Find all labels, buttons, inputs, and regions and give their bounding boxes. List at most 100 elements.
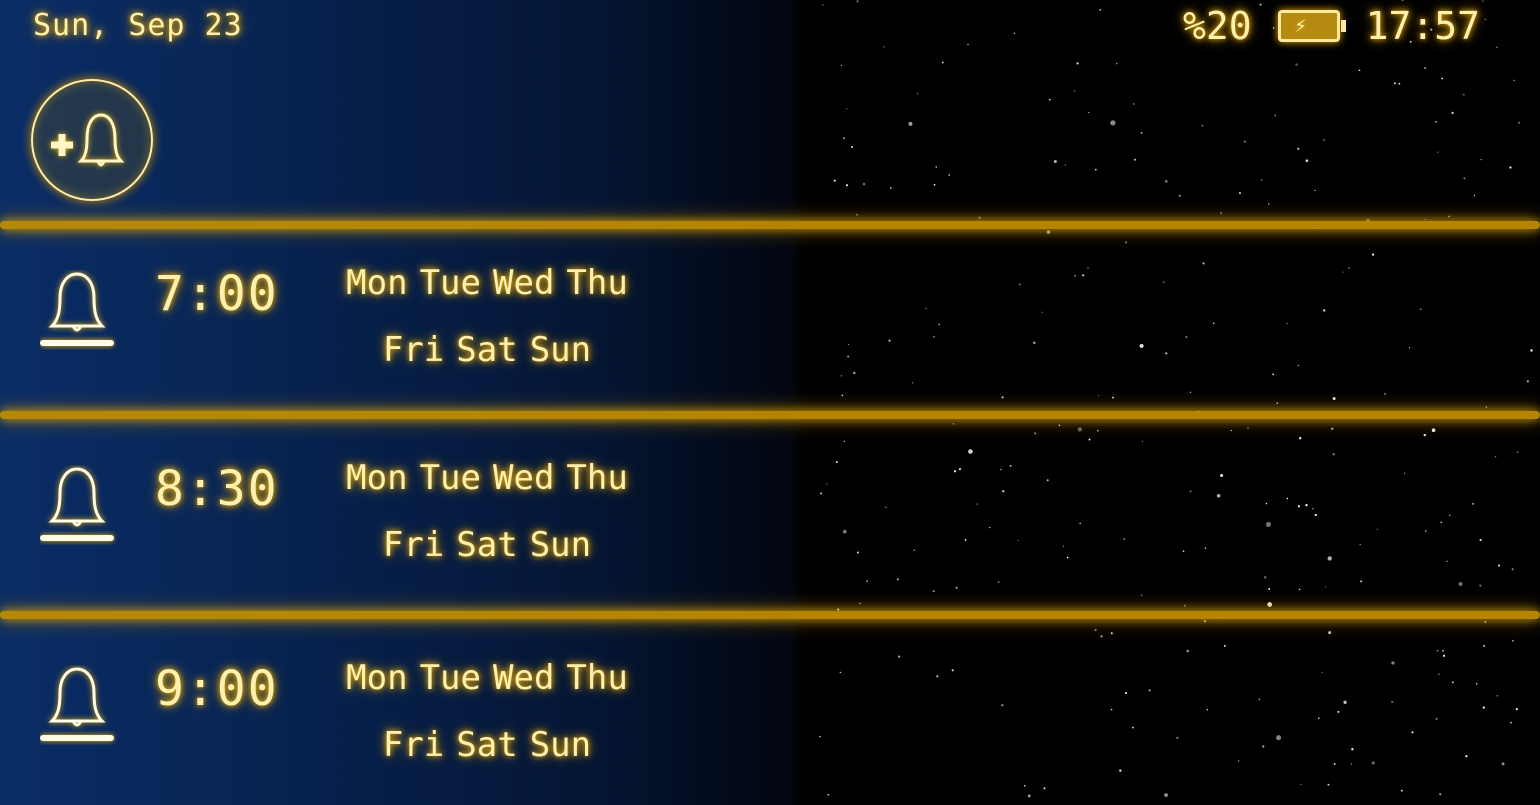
- star: [1484, 18, 1487, 21]
- alarm-days[interactable]: Mon Tue Wed Thu Fri Sat Sun: [312, 250, 662, 384]
- star: [1482, 0, 1484, 2]
- star: [1115, 62, 1118, 65]
- day-mon[interactable]: Mon: [346, 658, 407, 698]
- star: [1437, 151, 1439, 153]
- day-mon[interactable]: Mon: [346, 458, 407, 498]
- day-tue[interactable]: Tue: [420, 658, 481, 698]
- day-sun[interactable]: Sun: [530, 525, 591, 565]
- day-thu[interactable]: Thu: [566, 263, 627, 303]
- alarm-days[interactable]: Mon Tue Wed Thu Fri Sat Sun: [312, 445, 662, 579]
- bell-icon[interactable]: [40, 270, 116, 350]
- alarm-row[interactable]: 8:30 Mon Tue Wed Thu Fri Sat Sun: [0, 425, 1540, 605]
- star: [1314, 189, 1316, 192]
- day-fri[interactable]: Fri: [383, 525, 444, 565]
- status-bar: %20 ⚡ 17:57: [1183, 4, 1480, 48]
- day-wed[interactable]: Wed: [493, 263, 554, 303]
- days-line-2: Fri Sat Sun: [312, 512, 662, 579]
- star: [1238, 192, 1241, 195]
- star: [908, 121, 913, 126]
- bell-icon[interactable]: [40, 465, 116, 545]
- add-alarm-button[interactable]: [31, 79, 153, 201]
- alarm-time[interactable]: 9:00: [155, 661, 279, 717]
- star: [1088, 111, 1090, 114]
- star: [933, 183, 936, 186]
- add-bell-icon: [51, 113, 125, 167]
- star: [935, 166, 938, 168]
- star: [840, 64, 843, 67]
- star: [856, 213, 858, 216]
- star: [1297, 147, 1300, 150]
- alarm-time[interactable]: 7:00: [155, 266, 279, 322]
- alarm-time[interactable]: 8:30: [155, 461, 279, 517]
- star: [1053, 159, 1057, 164]
- star: [967, 43, 969, 46]
- status-date: Sun, Sep 23: [33, 8, 243, 43]
- star: [822, 4, 824, 6]
- star: [1424, 67, 1427, 70]
- star: [941, 61, 944, 64]
- star: [890, 187, 892, 189]
- day-tue[interactable]: Tue: [420, 263, 481, 303]
- battery-charging-icon: ⚡: [1277, 10, 1346, 42]
- star: [1260, 179, 1263, 181]
- star: [856, 0, 859, 3]
- divider: [0, 221, 1540, 229]
- day-sun[interactable]: Sun: [530, 725, 591, 765]
- star: [1099, 8, 1102, 11]
- star: [1140, 131, 1143, 134]
- days-line-1: Mon Tue Wed Thu: [312, 445, 662, 512]
- star: [1517, 121, 1520, 124]
- day-fri[interactable]: Fri: [383, 330, 444, 370]
- star: [851, 145, 854, 149]
- star: [1513, 79, 1515, 82]
- day-thu[interactable]: Thu: [566, 658, 627, 698]
- star: [1133, 158, 1136, 161]
- star: [1178, 194, 1181, 197]
- star: [1243, 140, 1246, 143]
- star: [1393, 82, 1396, 85]
- star: [1496, 46, 1498, 48]
- days-line-2: Fri Sat Sun: [312, 712, 662, 779]
- star: [1401, 0, 1404, 2]
- star: [1274, 114, 1277, 117]
- star: [1480, 158, 1482, 161]
- star: [1164, 180, 1168, 183]
- star: [1509, 166, 1512, 169]
- star: [1267, 203, 1270, 205]
- star: [1110, 120, 1116, 126]
- star: [1424, 218, 1426, 221]
- star: [1441, 77, 1444, 80]
- days-line-2: Fri Sat Sun: [312, 317, 662, 384]
- star: [862, 182, 866, 186]
- star: [1305, 159, 1309, 163]
- star: [1048, 98, 1051, 101]
- day-sun[interactable]: Sun: [530, 330, 591, 370]
- star: [1201, 124, 1204, 127]
- star: [833, 179, 836, 182]
- star: [978, 216, 981, 219]
- alarm-days[interactable]: Mon Tue Wed Thu Fri Sat Sun: [312, 645, 662, 779]
- day-wed[interactable]: Wed: [493, 458, 554, 498]
- star: [948, 174, 951, 176]
- days-line-1: Mon Tue Wed Thu: [312, 250, 662, 317]
- day-tue[interactable]: Tue: [420, 458, 481, 498]
- day-thu[interactable]: Thu: [566, 458, 627, 498]
- day-wed[interactable]: Wed: [493, 658, 554, 698]
- star: [1220, 212, 1222, 214]
- star: [1203, 620, 1206, 623]
- day-sat[interactable]: Sat: [456, 330, 517, 370]
- day-sat[interactable]: Sat: [456, 725, 517, 765]
- star: [1133, 103, 1135, 105]
- star: [1398, 82, 1401, 85]
- star: [1013, 32, 1016, 35]
- day-fri[interactable]: Fri: [383, 725, 444, 765]
- day-mon[interactable]: Mon: [346, 263, 407, 303]
- alarm-row[interactable]: 7:00 Mon Tue Wed Thu Fri Sat Sun: [0, 230, 1540, 410]
- battery-percent: %20: [1182, 4, 1252, 48]
- star: [1295, 63, 1298, 66]
- day-sat[interactable]: Sat: [456, 525, 517, 565]
- star: [1448, 215, 1450, 218]
- bell-icon[interactable]: [40, 665, 116, 745]
- alarm-row[interactable]: 9:00 Mon Tue Wed Thu Fri Sat Sun: [0, 625, 1540, 805]
- status-clock: 17:57: [1365, 4, 1480, 48]
